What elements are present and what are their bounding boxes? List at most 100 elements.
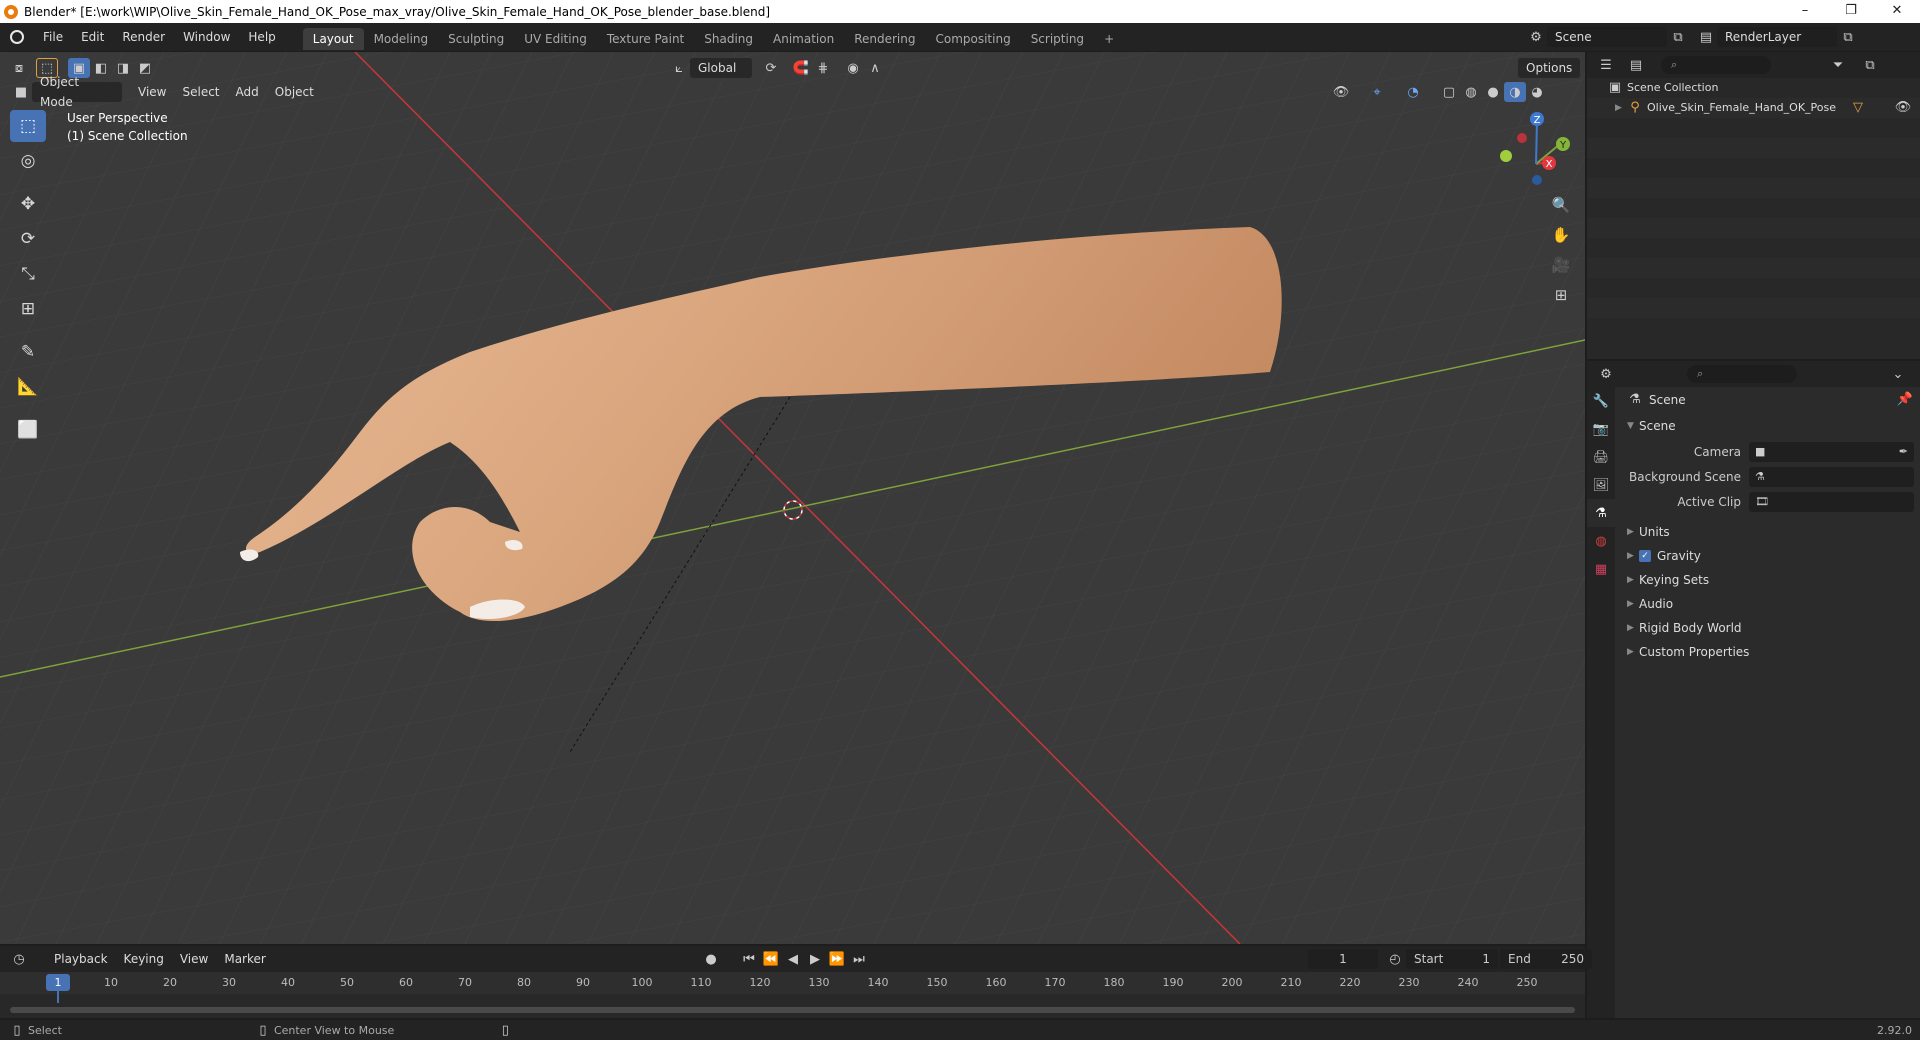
properties-editor-type-icon[interactable]: ⚙ <box>1595 364 1617 384</box>
material-shading-icon[interactable]: ◑ <box>1504 82 1526 102</box>
camera-view-icon[interactable]: 🎥 <box>1548 252 1574 278</box>
maximize-button[interactable]: ❐ <box>1828 0 1874 23</box>
select-mode-subtract-icon[interactable]: ◨ <box>112 58 134 78</box>
gravity-panel[interactable]: ▶ ✓ Gravity <box>1617 544 1920 568</box>
tab-compositing[interactable]: Compositing <box>925 28 1020 50</box>
camera-field[interactable]: ■ ✒ <box>1749 441 1914 462</box>
play-reverse-icon[interactable]: ◀ <box>782 949 804 969</box>
add-cube-tool-icon[interactable]: ⬜ <box>10 414 46 446</box>
menu-edit[interactable]: Edit <box>72 23 113 51</box>
units-panel[interactable]: ▶ Units <box>1617 520 1920 544</box>
gizmos-icon[interactable]: ⌖ <box>1366 82 1388 102</box>
measure-tool-icon[interactable]: 📐 <box>10 371 46 403</box>
select-box-tool-icon[interactable]: ⬚ <box>10 110 46 142</box>
end-frame-field[interactable]: End 250 <box>1500 949 1592 969</box>
properties-search-input[interactable]: ⌕ <box>1687 365 1797 383</box>
viewport-menu-view[interactable]: View <box>130 82 174 102</box>
blender-menu-icon[interactable] <box>0 23 34 51</box>
scene-tab-icon[interactable]: ⚗ <box>1587 499 1615 527</box>
texture-tab-icon[interactable]: ▦ <box>1587 555 1615 583</box>
pan-hand-icon[interactable]: ✋ <box>1548 222 1574 248</box>
visibility-eye-icon[interactable]: 👁 <box>1892 98 1914 118</box>
scene-panel-header[interactable]: ▼ Scene <box>1617 413 1920 439</box>
filter-icon[interactable]: ⏷ <box>1827 55 1849 75</box>
active-clip-field[interactable]: 🎞 <box>1749 491 1914 512</box>
select-mode-invert-icon[interactable]: ◩ <box>134 58 156 78</box>
transform-tool-icon[interactable]: ⊞ <box>10 293 46 325</box>
start-frame-field[interactable]: Start 1 <box>1406 949 1498 969</box>
rotate-tool-icon[interactable]: ⟳ <box>10 223 46 255</box>
timeline-menu-marker[interactable]: Marker <box>216 949 273 969</box>
properties-options-icon[interactable]: ⌄ <box>1887 364 1909 384</box>
outliner-row-object[interactable]: ▶ ⚲ Olive_Skin_Female_Hand_OK_Pose ▽ 👁 <box>1587 98 1920 118</box>
overlays-icon[interactable]: ◔ <box>1402 82 1424 102</box>
viewport-menu-object[interactable]: Object <box>267 82 322 102</box>
jump-keyframe-back-icon[interactable]: ⏪ <box>760 949 782 969</box>
viewport-menu-select[interactable]: Select <box>174 82 227 102</box>
audio-panel[interactable]: ▶ Audio <box>1617 592 1920 616</box>
tab-uv-editing[interactable]: UV Editing <box>514 28 597 50</box>
zoom-icon[interactable]: 🔍 <box>1548 192 1574 218</box>
annotate-tool-icon[interactable]: ✎ <box>10 336 46 368</box>
menu-render[interactable]: Render <box>113 23 174 51</box>
minimize-button[interactable]: – <box>1782 0 1828 23</box>
view-layer-selector[interactable]: RenderLayer <box>1717 27 1837 47</box>
display-mode-icon[interactable]: ▤ <box>1625 55 1647 75</box>
tab-texture-paint[interactable]: Texture Paint <box>597 28 694 50</box>
snap-icon[interactable]: 🧲 <box>790 58 812 78</box>
proportional-edit-icon[interactable]: ◉ <box>842 58 864 78</box>
transform-orientation-dropdown[interactable]: Global <box>690 58 752 78</box>
tab-scripting[interactable]: Scripting <box>1021 28 1094 50</box>
cursor-tool-icon[interactable]: ◎ <box>10 145 46 177</box>
scene-selector[interactable]: Scene <box>1547 27 1667 47</box>
auto-keying-icon[interactable]: ● <box>700 949 722 969</box>
expand-arrow-icon[interactable]: ▶ <box>1615 98 1627 118</box>
tab-modeling[interactable]: Modeling <box>364 28 439 50</box>
tab-shading[interactable]: Shading <box>694 28 763 50</box>
object-mode-dropdown[interactable]: Object Mode <box>32 75 122 109</box>
menu-window[interactable]: Window <box>174 23 239 51</box>
rendered-shading-icon[interactable]: ◕ <box>1526 82 1548 102</box>
viewport-menu-add[interactable]: Add <box>228 82 267 102</box>
jump-end-icon[interactable]: ⏭ <box>848 949 870 969</box>
timeline-editor-type-icon[interactable]: ◷ <box>8 949 30 969</box>
tab-animation[interactable]: Animation <box>763 28 844 50</box>
add-workspace-button[interactable]: + <box>1094 28 1124 50</box>
timeline-menu-keying[interactable]: Keying <box>116 949 172 969</box>
play-icon[interactable]: ▶ <box>804 949 826 969</box>
visibility-icon[interactable]: 👁 <box>1330 82 1352 102</box>
outliner-editor-type-icon[interactable]: ☰ <box>1595 55 1617 75</box>
viewport-scene[interactable]: X Y Z <box>0 52 1585 944</box>
jump-start-icon[interactable]: ⏮ <box>738 949 760 969</box>
custom-properties-panel[interactable]: ▶ Custom Properties <box>1617 640 1920 664</box>
close-button[interactable]: ✕ <box>1874 0 1920 23</box>
rigid-body-world-panel[interactable]: ▶ Rigid Body World <box>1617 616 1920 640</box>
wireframe-shading-icon[interactable]: ◍ <box>1460 82 1482 102</box>
timeline-ruler[interactable]: 1 10 20 30 40 50 60 70 80 90 100 110 120… <box>0 972 1585 1003</box>
keying-sets-panel[interactable]: ▶ Keying Sets <box>1617 568 1920 592</box>
solid-shading-icon[interactable]: ● <box>1482 82 1504 102</box>
move-tool-icon[interactable]: ✥ <box>10 188 46 220</box>
view-layer-tab-icon[interactable]: 🖼 <box>1587 471 1615 499</box>
eyedropper-icon[interactable]: ✒ <box>1899 445 1908 458</box>
editor-type-icon[interactable]: ⧇ <box>8 58 30 78</box>
menu-help[interactable]: Help <box>239 23 284 51</box>
falloff-icon[interactable]: ∧ <box>864 58 886 78</box>
timeline-scrollbar[interactable] <box>10 1007 1575 1013</box>
pivot-point-icon[interactable]: ⟳ <box>760 58 782 78</box>
tab-rendering[interactable]: Rendering <box>844 28 925 50</box>
tool-tab-icon[interactable]: 🔧 <box>1587 387 1615 415</box>
scale-tool-icon[interactable]: ⤡ <box>10 258 46 290</box>
render-tab-icon[interactable]: 📷 <box>1587 415 1615 443</box>
perspective-toggle-icon[interactable]: ⊞ <box>1548 282 1574 308</box>
outliner-row-scene-collection[interactable]: ▣ Scene Collection <box>1587 78 1920 98</box>
world-tab-icon[interactable]: ◍ <box>1587 527 1615 555</box>
new-collection-icon[interactable]: ⧉ <box>1859 55 1881 75</box>
preview-range-icon[interactable]: ◴ <box>1384 949 1406 969</box>
jump-keyframe-forward-icon[interactable]: ⏩ <box>826 949 848 969</box>
timeline-menu-playback[interactable]: Playback <box>46 949 116 969</box>
3d-viewport[interactable]: X Y Z ⧇ ⬚ ▣ ◧ ◨ ◩ ⟀ Global ⟳ 🧲 ⋕ ◉ ∧ Opt… <box>0 52 1585 944</box>
snap-target-icon[interactable]: ⋕ <box>812 58 834 78</box>
timeline-menu-view[interactable]: View <box>172 949 216 969</box>
options-dropdown[interactable]: Options <box>1518 58 1581 78</box>
